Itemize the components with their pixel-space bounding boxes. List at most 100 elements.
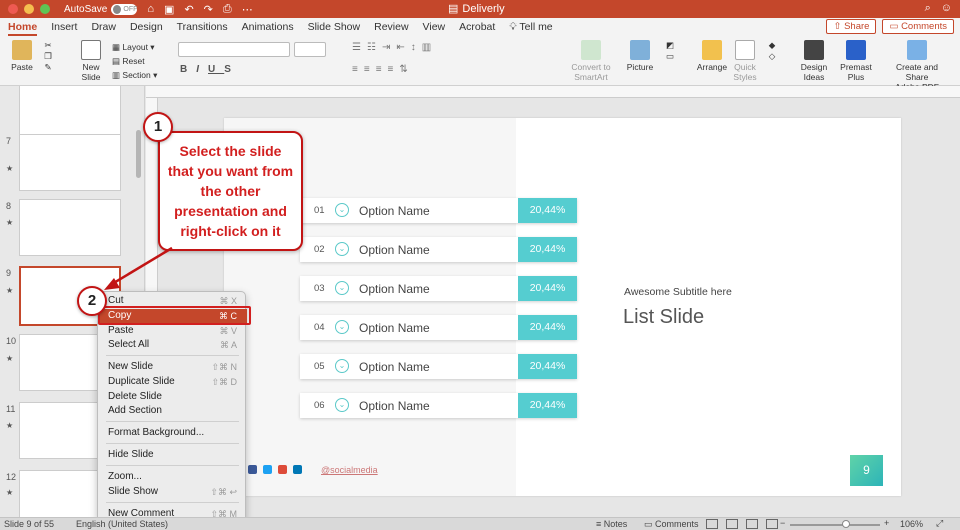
tab-insert[interactable]: Insert	[51, 18, 77, 36]
new-slide-label-1: New	[82, 62, 100, 72]
indent-icon[interactable]: ⇥	[382, 42, 396, 53]
language[interactable]: English (United States)	[76, 519, 168, 529]
bold-button[interactable]: B	[180, 64, 196, 75]
italic-button[interactable]: I	[196, 64, 208, 75]
quick-styles-button[interactable]: Quick Styles	[730, 40, 760, 82]
font-size-input[interactable]	[294, 42, 326, 57]
textbox-icon[interactable]: ▭	[660, 51, 680, 62]
slide-sorter-icon[interactable]	[726, 519, 738, 529]
create-share-pdf-button[interactable]: Create and Share Adobe PDF	[884, 40, 950, 92]
zoom-in-icon[interactable]: +	[884, 518, 889, 528]
tab-transitions[interactable]: Transitions	[177, 18, 228, 36]
menu-item-slide-show[interactable]: Slide Show ⇧⌘ ↩	[98, 485, 247, 499]
zoom-out-icon[interactable]: −	[780, 518, 785, 528]
option-row: 03 ⌄ Option Name 20,44%	[300, 276, 577, 301]
option-name: Option Name	[359, 399, 430, 413]
menu-item-label: Paste	[108, 325, 134, 336]
save-icon[interactable]: ▣	[164, 3, 174, 16]
tab-acrobat[interactable]: Acrobat	[459, 18, 495, 36]
comments-button[interactable]: ▭ Comments	[882, 19, 954, 34]
tab-home[interactable]: Home	[8, 18, 38, 36]
share-button[interactable]: ⇧ Share	[826, 19, 877, 34]
redo-icon[interactable]: ↷	[204, 3, 213, 16]
autosave-label: AutoSave	[64, 3, 108, 15]
menu-item-label: Select All	[108, 339, 150, 350]
align-right-icon[interactable]: ≡	[376, 64, 388, 75]
text-direction-icon[interactable]: ⇅	[399, 64, 413, 75]
share-icon: ⇧	[833, 21, 845, 32]
tab-draw[interactable]: Draw	[91, 18, 116, 36]
cut-icon[interactable]: ✂	[40, 40, 56, 51]
design-ideas-button[interactable]: Design Ideas	[798, 40, 830, 82]
tab-animations[interactable]: Animations	[242, 18, 294, 36]
numbering-icon[interactable]: ☷	[367, 42, 382, 53]
arrange-button[interactable]: Arrange	[696, 40, 728, 72]
fit-to-window-icon[interactable]: ⤢	[936, 518, 943, 529]
columns-icon[interactable]: ▥	[422, 42, 437, 53]
tab-view[interactable]: View	[423, 18, 446, 36]
account-icon[interactable]: ☺	[941, 2, 952, 15]
zoom-level[interactable]: 106%	[900, 519, 923, 529]
layout-button[interactable]: ▦ Layout ▾	[112, 40, 157, 54]
paste-button[interactable]: Paste	[8, 40, 36, 72]
picture-button[interactable]: Picture	[624, 40, 656, 72]
copy-icon[interactable]: ❐	[40, 51, 56, 62]
align-left-icon[interactable]: ≡	[352, 64, 364, 75]
menu-item-label: Format Background...	[108, 427, 205, 438]
outdent-icon[interactable]: ⇤	[396, 42, 410, 53]
normal-view-icon[interactable]	[706, 519, 718, 529]
notes-button[interactable]: ≡ Notes	[596, 519, 627, 529]
shape-outline-icon[interactable]: ◇	[762, 51, 782, 62]
premast-plus-button[interactable]: Premast Plus	[840, 40, 872, 82]
reading-view-icon[interactable]	[746, 519, 758, 529]
print-icon[interactable]: ⎙	[223, 3, 232, 16]
menu-item-add-section[interactable]: Add Section	[98, 404, 247, 418]
slide-thumbnail-7[interactable]	[19, 134, 121, 191]
slide-thumbnail-6[interactable]	[19, 86, 121, 137]
font-name-input[interactable]	[178, 42, 290, 57]
menu-item-zoom[interactable]: Zoom...	[98, 470, 247, 484]
menu-item-paste[interactable]: Paste ⌘ V	[98, 324, 247, 338]
close-window-button[interactable]	[8, 4, 18, 14]
menu-item-select-all[interactable]: Select All ⌘ A	[98, 338, 247, 352]
menu-item-new-slide[interactable]: New Slide ⇧⌘ N	[98, 360, 247, 374]
shape-fill-icon[interactable]: ◆	[762, 40, 782, 51]
underline-button[interactable]: U	[208, 64, 224, 75]
section-button[interactable]: ▥ Section ▾	[112, 68, 157, 82]
document-title-text: Deliverly	[462, 2, 505, 15]
tab-slide-show[interactable]: Slide Show	[308, 18, 361, 36]
tab-design[interactable]: Design	[130, 18, 163, 36]
strikethrough-button[interactable]: S	[224, 64, 240, 75]
comments-status-button[interactable]: ▭ Comments	[644, 519, 699, 530]
option-name: Option Name	[359, 360, 430, 374]
shapes-icon[interactable]: ◩	[660, 40, 680, 51]
minimize-window-button[interactable]	[24, 4, 34, 14]
zoom-window-button[interactable]	[40, 4, 50, 14]
new-slide-button[interactable]: New Slide	[76, 40, 106, 82]
home-icon[interactable]: ⌂	[147, 3, 154, 16]
justify-icon[interactable]: ≡	[388, 64, 400, 75]
reset-button[interactable]: ▤ Reset	[112, 54, 157, 68]
menu-item-duplicate-slide[interactable]: Duplicate Slide ⇧⌘ D	[98, 375, 247, 389]
more-icon[interactable]: ⋯	[242, 3, 253, 16]
convert-smartart-button[interactable]: Convert to SmartArt	[566, 40, 616, 82]
slide-canvas[interactable]: 01 ⌄ Option Name 20,44% 02 ⌄ Option Name…	[224, 118, 901, 496]
undo-icon[interactable]: ↶	[184, 3, 193, 16]
zoom-slider-handle[interactable]	[842, 520, 850, 528]
menu-separator	[106, 465, 239, 466]
format-painter-icon[interactable]: ✎	[40, 62, 56, 73]
autosave-toggle[interactable]: OFF	[111, 3, 138, 15]
menu-item-label: Zoom...	[108, 471, 142, 482]
menu-item-hide-slide[interactable]: Hide Slide	[98, 448, 247, 462]
tab-review[interactable]: Review	[374, 18, 408, 36]
menu-item-format-background[interactable]: Format Background...	[98, 426, 247, 440]
menu-item-delete-slide[interactable]: Delete Slide	[98, 390, 247, 404]
align-center-icon[interactable]: ≡	[364, 64, 376, 75]
search-icon[interactable]: ⌕	[925, 2, 931, 15]
tab-tell-me[interactable]: 💡︎ Tell me	[509, 18, 552, 36]
bullets-icon[interactable]: ☰	[352, 42, 367, 53]
zoom-slider[interactable]	[790, 524, 880, 526]
line-spacing-icon[interactable]: ↕	[411, 42, 422, 53]
thumbnails-scrollbar[interactable]	[136, 130, 141, 178]
slideshow-view-icon[interactable]	[766, 519, 778, 529]
